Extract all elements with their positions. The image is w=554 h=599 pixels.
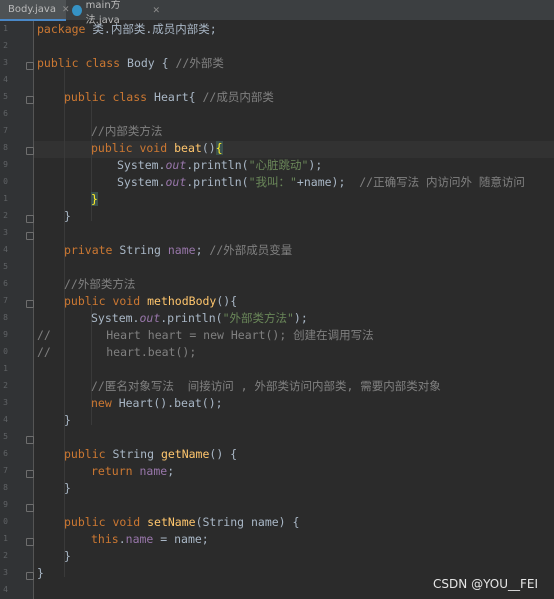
matched-brace: } — [91, 192, 98, 206]
code-line-32: } — [64, 548, 71, 565]
code-text: System. — [117, 158, 166, 172]
static-field: out — [165, 158, 187, 172]
code-text: Heart{ — [147, 90, 203, 104]
code-text: .println( — [186, 175, 249, 189]
tab-body-java[interactable]: Body.java ✕ — [0, 0, 70, 21]
keyword: public void — [64, 294, 141, 308]
string-literal: "外部类方法" — [222, 311, 294, 325]
code-line-23: new Heart().beat(); — [91, 395, 223, 412]
brace: } — [64, 413, 71, 427]
code-text: Body { — [120, 56, 176, 70]
method-name: setName — [147, 515, 196, 529]
keyword: public void — [91, 141, 168, 155]
comment: //匿名对象写法 间接访问 , 外部类访问内部类, 需要内部类对象 — [91, 379, 441, 393]
code-text: .println( — [160, 311, 223, 325]
tab-label: Body.java — [8, 4, 56, 15]
code-line-8: public void beat(){ — [91, 140, 223, 157]
code-text: String — [105, 447, 161, 461]
brace: } — [37, 566, 44, 580]
code-line-3: public class Body { //外部类 — [37, 55, 224, 72]
keyword: return — [91, 464, 133, 478]
keyword: public void — [64, 515, 141, 529]
java-class-icon — [72, 5, 82, 16]
code-line-19: // Heart heart = new Heart(); 创建在调用写法 — [37, 327, 374, 344]
code-line-26: public String getName() { — [64, 446, 237, 463]
keyword: public class — [37, 56, 121, 70]
code-line-9: System.out.println("心脏跳动"); — [117, 157, 322, 174]
code-line-28: } — [64, 480, 71, 497]
code-text: (String name) { — [195, 515, 300, 529]
code-text: ); — [293, 311, 308, 325]
code-line-22: //匿名对象写法 间接访问 , 外部类访问内部类, 需要内部类对象 — [91, 378, 441, 395]
code-line-14: private String name; //外部成员变量 — [64, 242, 292, 259]
keyword: this — [91, 532, 119, 546]
method-name: methodBody — [147, 294, 217, 308]
brace: } — [64, 549, 71, 563]
code-line-10: System.out.println("我叫："+name); //正确写法 内… — [117, 174, 525, 191]
code-text: String — [112, 243, 168, 257]
method-name: beat — [174, 141, 202, 155]
code-text: () { — [209, 447, 238, 461]
static-field: out — [165, 175, 187, 189]
code-line-24: } — [64, 412, 71, 429]
comment: //外部类 — [175, 56, 224, 70]
comment: // heart.beat(); — [37, 345, 197, 359]
comment: //成员内部类 — [202, 90, 274, 104]
code-line-27: return name; — [91, 463, 174, 480]
code-line-11: } — [91, 191, 98, 208]
brace: } — [64, 209, 71, 223]
code-text: . — [118, 532, 126, 546]
field-name: name — [167, 243, 196, 257]
keyword: public — [64, 447, 106, 461]
code-line-20: // heart.beat(); — [37, 344, 196, 361]
code-line-30: public void setName(String name) { — [64, 514, 299, 531]
comment: //正确写法 内访问外 随意访问 — [359, 175, 525, 189]
code-line-33: } — [37, 565, 44, 582]
code-text: ; — [167, 464, 175, 478]
matched-brace: { — [215, 141, 223, 155]
code-line-1: package 类.内部类.成员内部类; — [37, 21, 217, 38]
static-field: out — [139, 311, 161, 325]
code-text: .println( — [186, 158, 249, 172]
code-line-17: public void methodBody(){ — [64, 293, 237, 310]
code-line-5: public class Heart{ //成员内部类 — [64, 89, 274, 106]
keyword: public class — [64, 90, 148, 104]
code-line-7: //内部类方法 — [91, 123, 162, 140]
code-text: Heart().beat(); — [111, 396, 223, 410]
csdn-watermark: CSDN @YOU__FEI — [433, 577, 538, 591]
code-line-18: System.out.println("外部类方法"); — [91, 310, 308, 327]
close-icon[interactable]: ✕ — [152, 6, 160, 16]
comment: // Heart heart = new Heart(); 创建在调用写法 — [37, 328, 374, 342]
string-literal: "我叫：" — [248, 175, 297, 189]
code-text: System. — [91, 311, 140, 325]
indent-guide — [64, 67, 65, 577]
code-text: = name; — [153, 532, 209, 546]
method-name: getName — [160, 447, 210, 461]
comment: //外部成员变量 — [209, 243, 293, 257]
keyword: private — [64, 243, 113, 257]
package-name: 类.内部类.成员内部类; — [85, 22, 217, 36]
editor-tab-bar: Body.java ✕ main方法.java ✕ — [0, 0, 554, 26]
code-editor[interactable]: package 类.内部类.成员内部类; public class Body {… — [0, 21, 554, 599]
brace: } — [64, 481, 71, 495]
string-literal: "心脏跳动" — [248, 158, 309, 172]
tab-main-java[interactable]: main方法.java ✕ — [68, 0, 160, 26]
comment: //外部类方法 — [64, 277, 136, 291]
code-line-12: } — [64, 208, 71, 225]
field-name: name — [139, 464, 168, 478]
code-text: +name); — [296, 175, 360, 189]
code-text: System. — [117, 175, 166, 189]
code-text: ; — [195, 243, 210, 257]
keyword: new — [91, 396, 112, 410]
keyword: package — [37, 22, 86, 36]
code-line-16: //外部类方法 — [64, 276, 135, 293]
code-text: () — [201, 141, 216, 155]
field-name: name — [125, 532, 154, 546]
code-text: (){ — [216, 294, 238, 308]
code-text: ); — [308, 158, 323, 172]
comment: //内部类方法 — [91, 124, 163, 138]
code-line-31: this.name = name; — [91, 531, 209, 548]
